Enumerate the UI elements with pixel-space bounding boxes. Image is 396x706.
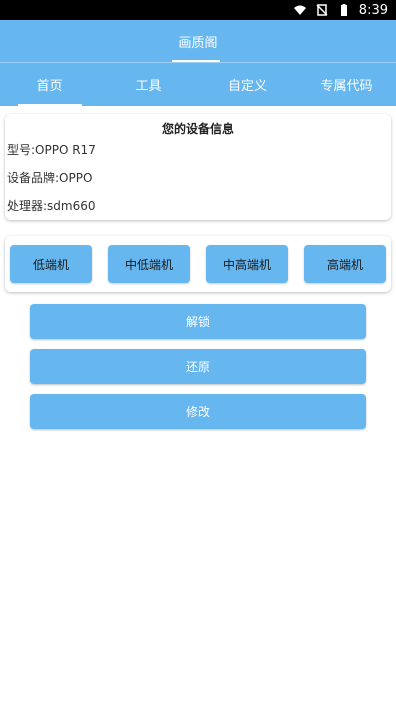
tab-exclusive-code[interactable]: 专属代码 <box>297 63 396 107</box>
low-end-button[interactable]: 低端机 <box>10 245 92 283</box>
tab-tools[interactable]: 工具 <box>99 63 198 107</box>
app-title: 画质阁 <box>178 35 218 51</box>
battery-icon <box>340 4 347 16</box>
device-info-card: 您的设备信息 型号:OPPO R17 设备品牌:OPPO 处理器:sdm660 <box>5 114 391 220</box>
sim-off-icon <box>316 4 328 16</box>
modify-button[interactable]: 修改 <box>30 394 366 429</box>
device-brand: 设备品牌:OPPO <box>7 171 93 185</box>
high-end-button[interactable]: 高端机 <box>304 245 386 283</box>
wifi-icon <box>293 5 306 15</box>
device-processor: 处理器:sdm660 <box>7 199 96 213</box>
status-time: 8:39 <box>358 2 388 18</box>
unlock-button[interactable]: 解锁 <box>30 304 366 339</box>
tab-bar: 首页 工具 自定义 专属代码 <box>0 62 396 106</box>
device-tier-card: 低端机 中低端机 中高端机 高端机 <box>5 236 391 292</box>
action-buttons: 解锁 还原 修改 <box>0 304 396 439</box>
status-bar: 8:39 <box>0 0 396 20</box>
mid-high-end-button[interactable]: 中高端机 <box>206 245 288 283</box>
mid-low-end-button[interactable]: 中低端机 <box>108 245 190 283</box>
tab-home[interactable]: 首页 <box>0 63 99 107</box>
tab-custom[interactable]: 自定义 <box>198 63 297 107</box>
app-bar: 画质阁 <box>0 20 396 62</box>
device-info-title: 您的设备信息 <box>161 122 234 136</box>
device-model: 型号:OPPO R17 <box>7 143 96 157</box>
restore-button[interactable]: 还原 <box>30 349 366 384</box>
